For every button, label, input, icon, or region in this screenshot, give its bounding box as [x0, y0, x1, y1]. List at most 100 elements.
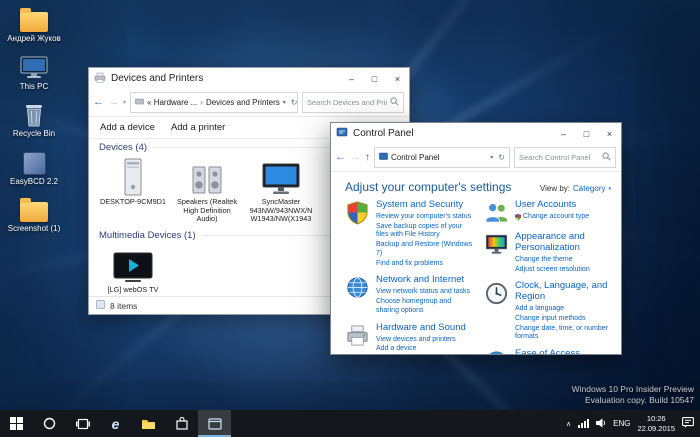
task-view-button[interactable] [66, 410, 99, 437]
cortana-search-button[interactable] [33, 410, 66, 437]
close-button[interactable]: × [386, 68, 409, 89]
search-icon [390, 97, 399, 108]
back-button[interactable]: ← [93, 97, 104, 108]
device-item-speakers[interactable]: Speakers (Realtek High Definition Audio) [173, 156, 241, 224]
chevron-down-icon[interactable]: ▾ [608, 186, 611, 192]
category-title[interactable]: Network and Internet [376, 275, 474, 286]
view-by-label: View by: [540, 184, 570, 193]
device-item-label: SyncMaster 943NW/943NWX/NW1943/NW(X1943 [247, 198, 315, 224]
category-link[interactable]: Add a language [515, 305, 613, 314]
category-link[interactable]: Review your computer's status [376, 213, 474, 222]
edge-taskbar-button[interactable]: e [99, 410, 132, 437]
network-icon[interactable] [578, 415, 589, 433]
show-hidden-icons-chevron[interactable]: ∧ [566, 420, 571, 428]
address-dropdown-icon[interactable]: ▾ [283, 99, 286, 106]
task-view-icon [76, 418, 90, 430]
network-globe-icon [345, 275, 370, 300]
link-text: Add a language [515, 305, 564, 314]
action-center-icon[interactable] [682, 415, 694, 433]
category-title[interactable]: System and Security [376, 200, 474, 211]
category-title[interactable]: User Accounts [515, 200, 589, 211]
category-link[interactable]: View network status and tasks [376, 288, 474, 297]
address-bar[interactable]: « Hardware ... › Devices and Printers ▾ … [130, 92, 298, 113]
address-location-icon [135, 97, 144, 108]
minimize-button[interactable]: – [340, 68, 363, 89]
control-panel-taskbar-button[interactable] [198, 410, 231, 437]
back-button[interactable]: ← [335, 152, 346, 163]
close-button[interactable]: × [598, 123, 621, 144]
language-indicator[interactable]: ENG [613, 419, 630, 428]
address-bar[interactable]: Control Panel ▾ ↻ [374, 147, 510, 168]
tv-icon [99, 244, 167, 284]
store-bag-icon [176, 417, 188, 430]
address-bar-buttons: ▾ ↻ [490, 153, 505, 162]
control-panel-titlebar[interactable]: Control Panel – □ × [331, 123, 621, 144]
category-link[interactable]: Adjust screen resolution [515, 266, 613, 275]
category-ease-of-access: Ease of Access Let Windows suggest setti… [484, 349, 613, 354]
file-explorer-taskbar-button[interactable] [132, 410, 165, 437]
search-placeholder: Search Devices and Printers [307, 98, 387, 107]
category-link[interactable]: Choose homegroup and sharing options [376, 298, 474, 316]
category-text: Network and Internet View network status… [376, 275, 474, 315]
address-dropdown-icon[interactable]: ▾ [490, 154, 493, 161]
view-by-dropdown[interactable]: Category [573, 184, 605, 193]
breadcrumb-collapsed[interactable]: « Hardware ... [147, 98, 197, 107]
desktop-icon-user-folder[interactable]: Андрей Жуков [2, 5, 66, 44]
forward-button[interactable]: → [108, 97, 119, 108]
category-link[interactable]: Change the theme [515, 256, 613, 265]
volume-icon[interactable] [596, 415, 606, 433]
device-item-monitor[interactable]: SyncMaster 943NW/943NWX/NW1943/NW(X1943 [247, 156, 315, 224]
search-icon [602, 152, 611, 163]
breadcrumb-current[interactable]: Control Panel [391, 153, 439, 162]
desktop-icon-label: Recycle Bin [13, 129, 55, 139]
category-link[interactable]: Backup and Restore (Windows 7) [376, 241, 474, 259]
page-title: Adjust your computer's settings [345, 180, 511, 194]
items-count-icon [96, 300, 105, 311]
history-dropdown-icon[interactable]: ▾ [123, 100, 126, 106]
category-title[interactable]: Hardware and Sound [376, 323, 466, 334]
view-by-control: View by: Category ▾ [540, 184, 611, 193]
add-device-button[interactable]: Add a device [100, 122, 155, 133]
desktop-icon-label: EasyBCD 2.2 [10, 177, 58, 187]
category-link[interactable]: Change input methods [515, 315, 613, 324]
minimize-button[interactable]: – [552, 123, 575, 144]
category-link[interactable]: Find and fix problems [376, 260, 474, 269]
window-controls: – □ × [340, 68, 409, 89]
maximize-button[interactable]: □ [363, 68, 386, 89]
category-title[interactable]: Appearance and Personalization [515, 232, 613, 254]
devices-search-input[interactable]: Search Devices and Printers [302, 92, 404, 113]
control-panel-search-input[interactable]: Search Control Panel [514, 147, 616, 168]
devices-titlebar[interactable]: Devices and Printers – □ × [89, 68, 409, 89]
forward-button[interactable]: → [350, 152, 361, 163]
refresh-icon[interactable]: ↻ [291, 98, 298, 107]
category-link[interactable]: Change account type [515, 213, 589, 222]
category-system-and-security: System and Security Review your computer… [345, 200, 474, 268]
desktop-icon-recycle-bin[interactable]: Recycle Bin [2, 100, 66, 139]
category-link[interactable]: Change date, time, or number formats [515, 325, 613, 343]
breadcrumb-current[interactable]: Devices and Printers [206, 98, 280, 107]
category-title[interactable]: Clock, Language, and Region [515, 281, 613, 303]
insider-watermark: Windows 10 Pro Insider Preview Evaluatio… [572, 384, 694, 406]
category-title[interactable]: Ease of Access [515, 349, 608, 354]
desktop: Андрей Жуков This PC Recycle Bin EasyBCD… [0, 0, 700, 437]
maximize-button[interactable]: □ [575, 123, 598, 144]
add-printer-button[interactable]: Add a printer [171, 122, 225, 133]
desktop-icon-this-pc[interactable]: This PC [2, 53, 66, 92]
device-item-webos-tv[interactable]: [LG] webOS TV [99, 244, 167, 295]
desktop-icon-label: This PC [20, 82, 48, 92]
category-link[interactable]: Add a device [376, 345, 466, 354]
group-label: Multimedia Devices (1) [99, 230, 196, 241]
refresh-icon[interactable]: ↻ [498, 153, 505, 162]
category-link[interactable]: View devices and printers [376, 336, 466, 345]
device-item-desktop[interactable]: DESKTOP-9CM9D1 [99, 156, 167, 207]
monitor-icon [247, 156, 315, 196]
start-button[interactable] [0, 410, 33, 437]
category-columns: System and Security Review your computer… [331, 198, 621, 354]
store-taskbar-button[interactable] [165, 410, 198, 437]
category-link[interactable]: Save backup copies of your files with Fi… [376, 223, 474, 241]
link-text: Backup and Restore (Windows 7) [376, 241, 474, 259]
clock[interactable]: 10:26 22.09.2015 [637, 414, 675, 433]
desktop-icon-easybcd[interactable]: EasyBCD 2.2 [2, 148, 66, 187]
desktop-icon-screenshot-folder[interactable]: Screenshot (1) [2, 195, 66, 234]
up-button[interactable]: ↑ [365, 153, 370, 163]
